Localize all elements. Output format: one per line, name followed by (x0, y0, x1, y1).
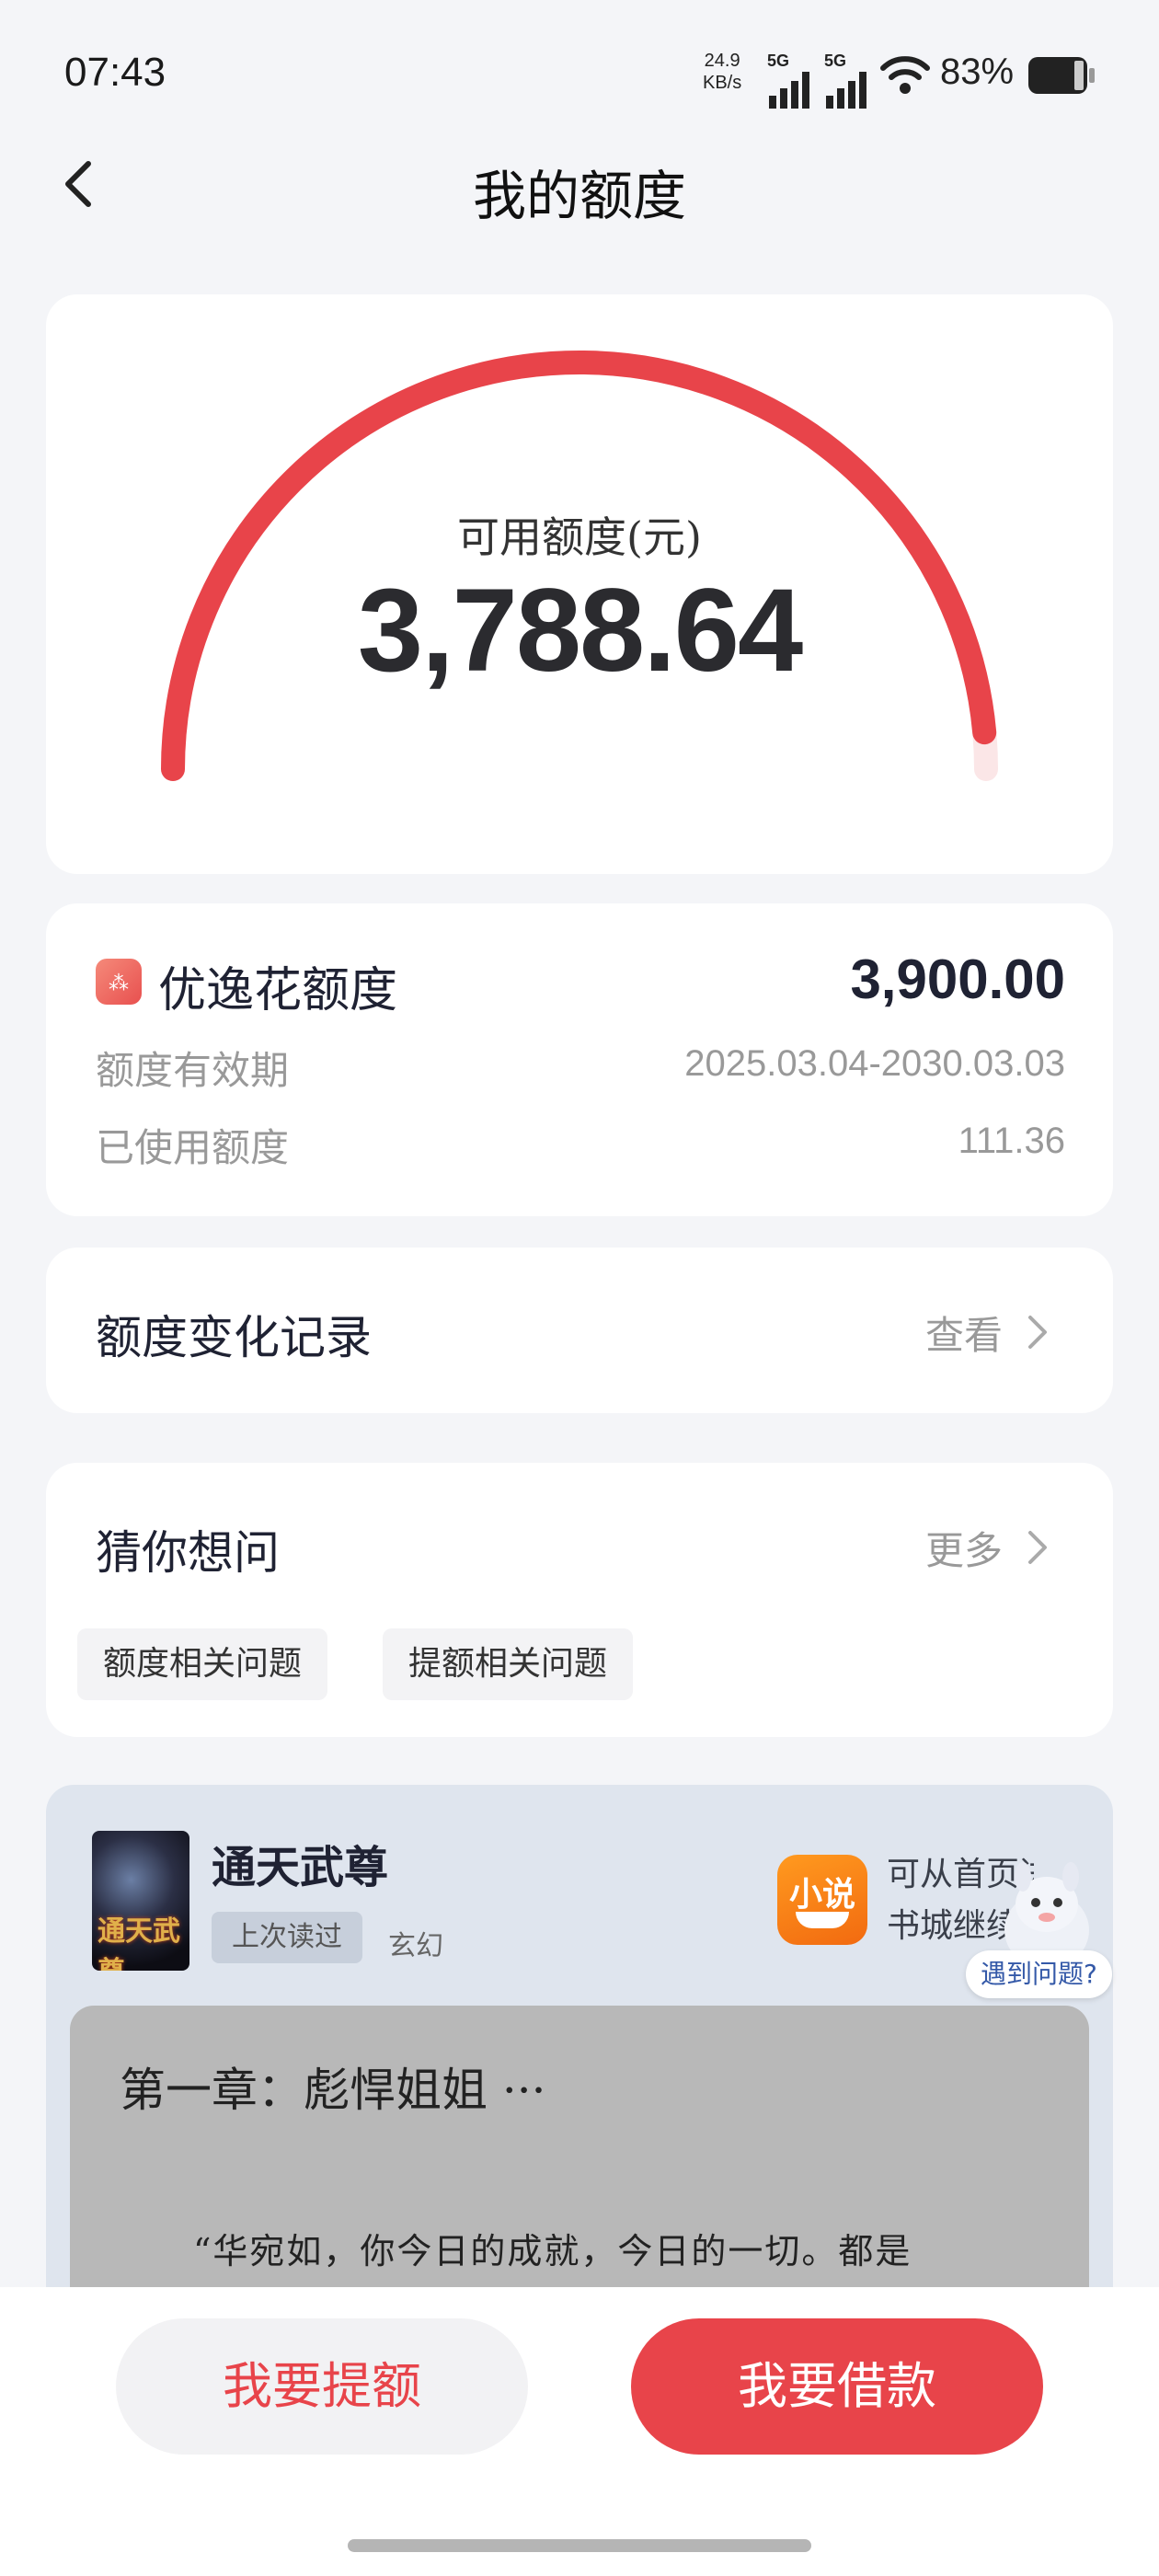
help-button[interactable]: 遇到问题? (966, 1950, 1112, 1998)
book-genre: 玄幻 (388, 1930, 443, 1962)
svg-text:⁂: ⁂ (109, 972, 129, 995)
validity-label: 额度有效期 (96, 1048, 290, 1093)
used-credit-label: 已使用额度 (96, 1125, 290, 1170)
credit-history-label: 额度变化记录 (96, 1311, 372, 1364)
novel-app-icon[interactable]: 小说 (777, 1855, 867, 1945)
last-read-badge: 上次读过 (212, 1912, 362, 1963)
faq-more-link[interactable]: 更多 (925, 1520, 1003, 1576)
available-credit-label: 可用额度(元) (457, 512, 702, 562)
credit-gauge (161, 351, 998, 781)
book-icon (796, 1912, 849, 1928)
credit-product-name: 优逸花额度 (158, 963, 398, 1018)
chapter-title: 第一章：彪悍姐姐 ··· (120, 2064, 546, 2117)
used-credit-value: 111.36 (958, 1121, 1065, 1161)
chapter-text: “华宛如，你今日的成就，今日的一切。都是 (193, 2231, 912, 2271)
book-cover-text: 通天武尊 (98, 1915, 180, 1971)
raise-limit-button[interactable]: 我要提额 (116, 2318, 528, 2455)
faq-chip-credit-questions[interactable]: 额度相关问题 (77, 1628, 328, 1700)
book-title[interactable]: 通天武尊 (212, 1831, 388, 1895)
faq-title: 猜你想问 (96, 1526, 280, 1580)
available-credit-value: 3,788.64 (357, 565, 803, 696)
chevron-right-icon (1028, 1316, 1047, 1349)
product-logo-icon: ⁂ (96, 959, 142, 1005)
credit-limit-total: 3,900.00 (850, 949, 1065, 1010)
view-history-link[interactable]: 查看 (925, 1305, 1003, 1361)
faq-chip-raise-questions[interactable]: 提额相关问题 (383, 1628, 634, 1700)
book-cover-image[interactable]: 通天武尊 (92, 1831, 189, 1971)
validity-value: 2025.03.04-2030.03.03 (684, 1043, 1065, 1084)
chevron-right-icon (1028, 1531, 1047, 1564)
novel-app-icon-label: 小说 (788, 1876, 855, 1914)
home-indicator[interactable] (348, 2539, 811, 2552)
borrow-button[interactable]: 我要借款 (631, 2318, 1043, 2455)
